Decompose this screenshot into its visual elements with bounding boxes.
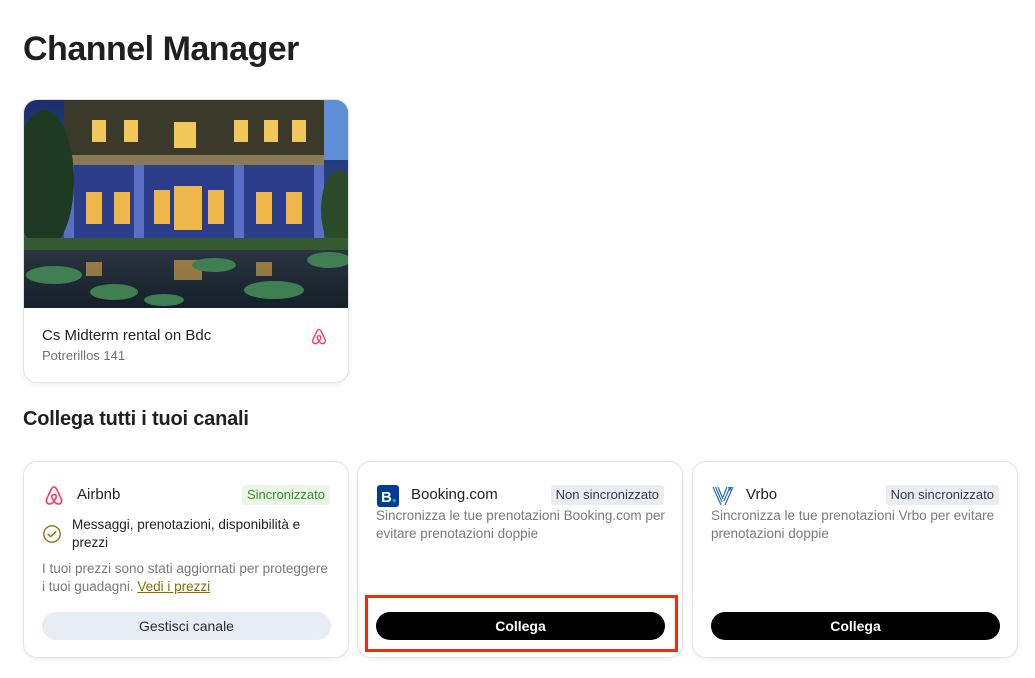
channel-description: Sincronizza le tue prenotazioni Vrbo per… [711, 508, 995, 541]
vrbo-icon [712, 486, 734, 506]
channel-name: Vrbo [746, 486, 778, 503]
channel-name: Airbnb [77, 486, 121, 503]
channel-card-vrbo: Vrbo Non sincronizzato Sincronizza le tu… [692, 461, 1018, 658]
status-badge: Non sincronizzato [885, 485, 999, 505]
airbnb-icon [45, 486, 63, 505]
section-title: Collega tutti i tuoi canali [23, 408, 249, 430]
status-badge: Non sincronizzato [550, 485, 664, 505]
channel-name: Booking.com [411, 486, 498, 503]
listing-name: Cs Midterm rental on Bdc [42, 327, 212, 344]
svg-text:B: B [381, 489, 392, 506]
listing-card[interactable]: Cs Midterm rental on Bdc Potrerillos 141 [23, 99, 349, 383]
airbnb-icon [311, 328, 327, 345]
listing-address: Potrerillos 141 [42, 348, 126, 363]
feature-text: Messaggi, prenotazioni, disponibilità e … [72, 517, 301, 550]
manage-channel-button[interactable]: Gestisci canale [42, 612, 331, 640]
channel-card-booking: B Booking.com Non sincronizzato Sincroni… [357, 461, 683, 658]
check-circle-icon [43, 525, 61, 543]
status-badge: Sincronizzato [241, 485, 330, 505]
listing-photo [24, 100, 348, 308]
connect-vrbo-button[interactable]: Collega [711, 612, 1000, 640]
channel-description: Sincronizza le tue prenotazioni Booking.… [376, 508, 665, 541]
channel-card-airbnb: Airbnb Sincronizzato Messaggi, prenotazi… [23, 461, 349, 658]
page-title: Channel Manager [23, 30, 299, 68]
booking-icon: B [377, 485, 399, 507]
view-prices-link[interactable]: Vedi i prezzi [137, 579, 210, 594]
price-note: I tuoi prezzi sono stati aggiornati per … [42, 560, 332, 596]
connect-booking-button[interactable]: Collega [376, 612, 665, 640]
